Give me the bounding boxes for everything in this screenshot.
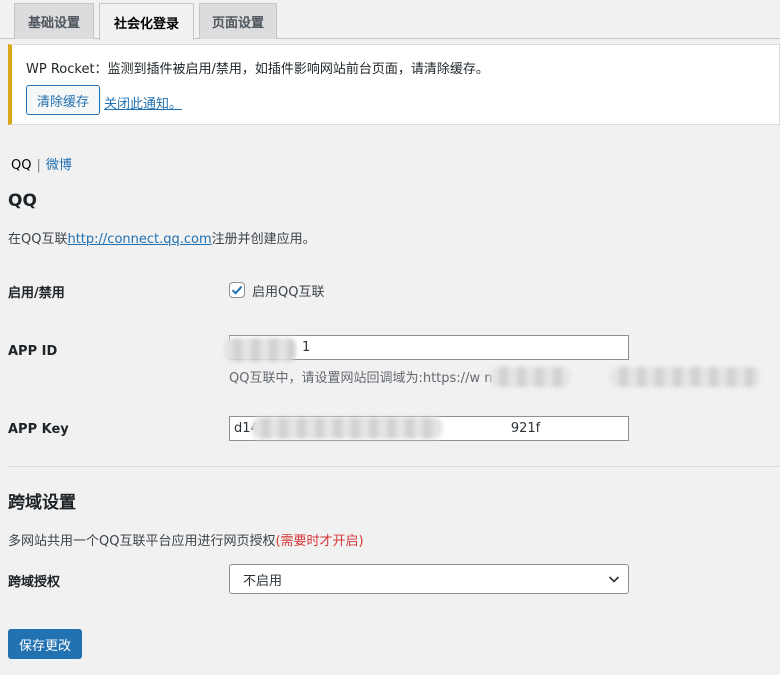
qq-section-description: 在QQ互联http://connect.qq.com注册并创建应用。 — [8, 228, 316, 247]
notice-text: WP Rocket：监测到插件被启用/禁用，如插件影响网站前台页面，请清除缓存。 — [26, 62, 489, 77]
cross-domain-description: 多网站共用一个QQ互联平台应用进行网页授权(需要时才开启) — [8, 530, 364, 549]
section-divider — [8, 466, 780, 467]
dismiss-notice-link[interactable]: 关闭此通知。 — [104, 93, 182, 112]
app-key-label: APP Key — [8, 422, 69, 437]
qq-connect-link[interactable]: http://connect.qq.com — [67, 232, 211, 247]
redaction-blur — [252, 417, 442, 439]
checkmark-icon — [231, 285, 243, 295]
cross-domain-section-title: 跨域设置 — [8, 493, 76, 513]
desc-suffix: 注册并创建应用。 — [211, 232, 316, 247]
provider-subnav: QQ | 微博 — [11, 154, 72, 173]
subnav-item-qq[interactable]: QQ — [11, 158, 31, 173]
select-value: 不启用 — [243, 573, 283, 589]
app-id-label: APP ID — [8, 344, 58, 359]
enable-qq-checkbox[interactable] — [229, 282, 245, 298]
wp-rocket-notice: WP Rocket：监测到插件被启用/禁用，如插件影响网站前台页面，请清除缓存。… — [8, 44, 780, 125]
redaction-blur — [490, 367, 570, 387]
tab-social-login[interactable]: 社会化登录 — [99, 3, 194, 40]
cross-desc-text: 多网站共用一个QQ互联平台应用进行网页授权 — [8, 534, 276, 549]
desc-prefix: 在QQ互联 — [8, 232, 68, 247]
tab-page-settings[interactable]: 页面设置 — [199, 3, 277, 39]
cross-domain-auth-select[interactable]: 不启用 — [229, 564, 629, 594]
cross-domain-auth-label: 跨域授权 — [8, 575, 61, 590]
settings-tabs: 基础设置 社会化登录 页面设置 — [0, 0, 780, 40]
subnav-item-weibo[interactable]: 微博 — [46, 158, 72, 173]
qq-section-title: QQ — [8, 191, 37, 211]
clear-cache-button[interactable]: 清除缓存 — [26, 85, 100, 115]
save-changes-button[interactable]: 保存更改 — [8, 629, 82, 659]
subnav-separator: | — [36, 158, 41, 173]
chevron-down-icon — [608, 576, 620, 583]
redaction-blur — [224, 338, 296, 362]
redaction-blur — [610, 367, 760, 387]
enable-label: 启用/禁用 — [8, 286, 65, 301]
cross-desc-note: (需要时才开启) — [275, 534, 364, 549]
enable-qq-checkbox-label[interactable]: 启用QQ互联 — [252, 281, 324, 300]
tab-basic-settings[interactable]: 基础设置 — [14, 3, 94, 39]
